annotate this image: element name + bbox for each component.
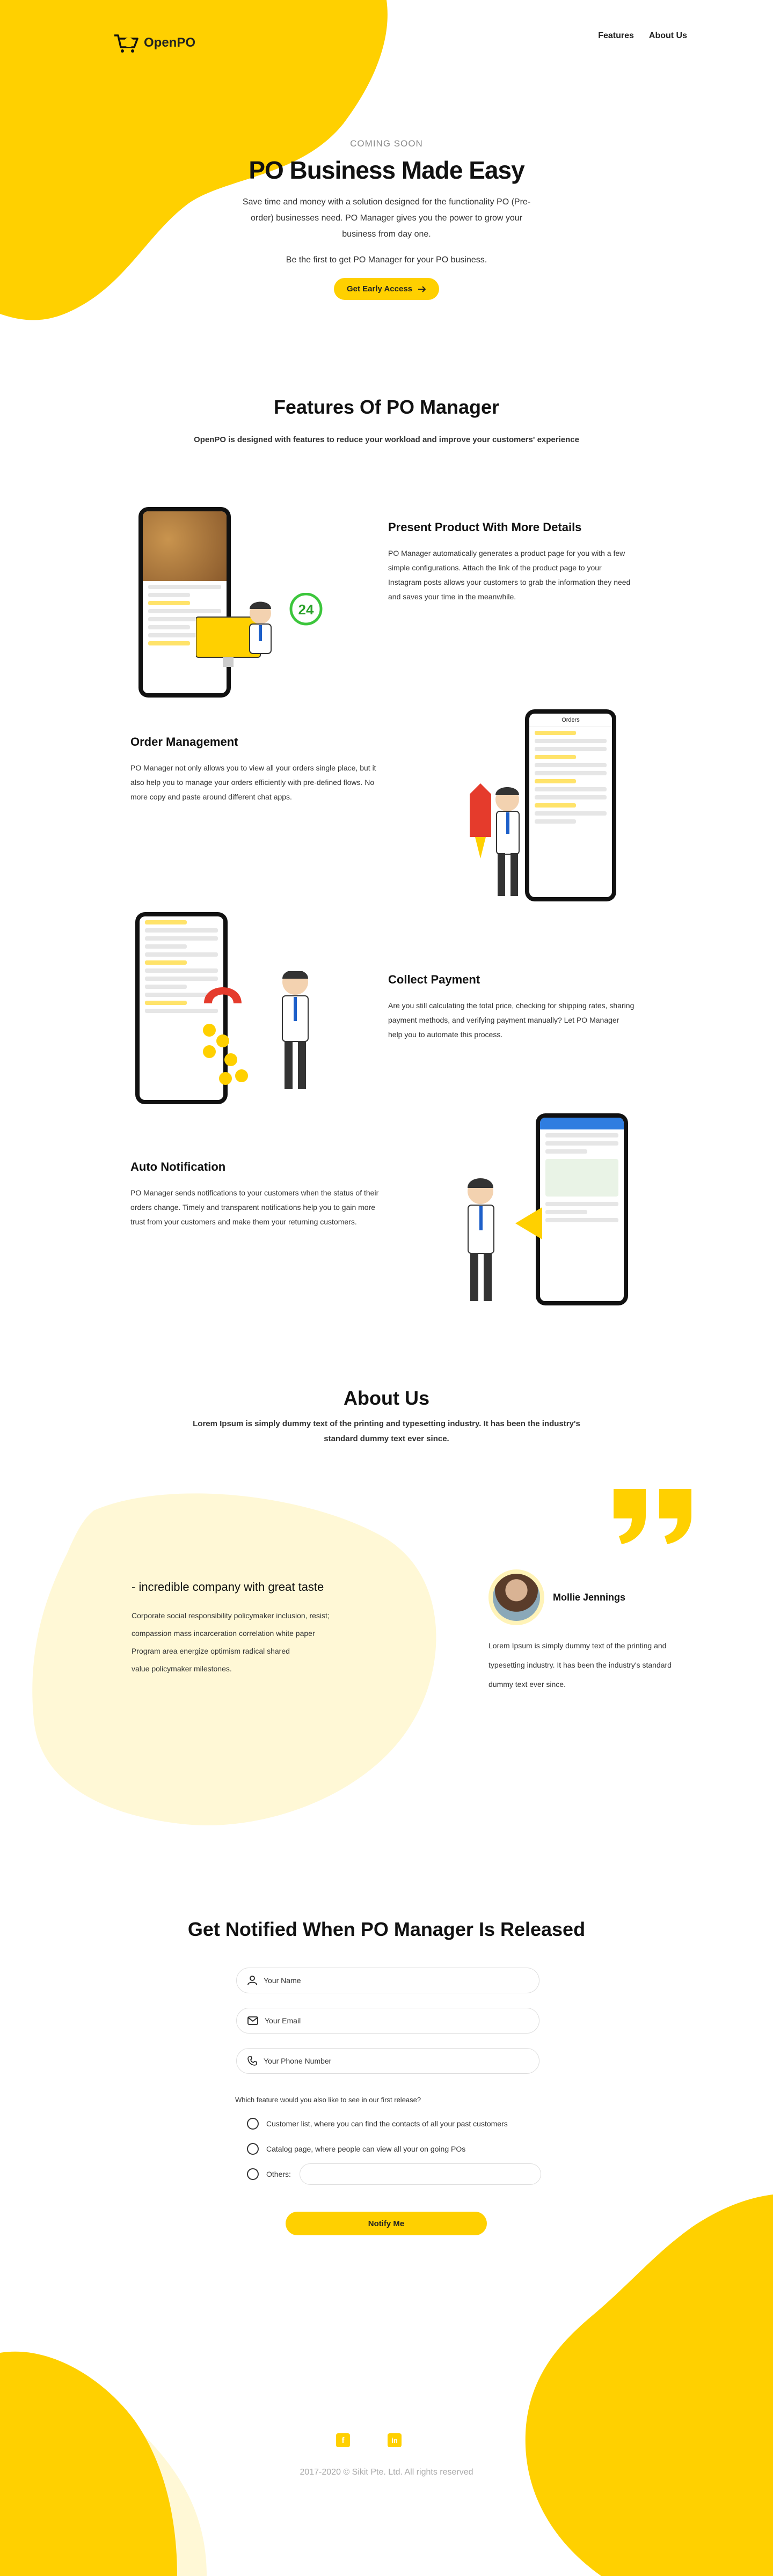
- about-title: About Us: [344, 1387, 429, 1409]
- notify-title: Get Notified When PO Manager Is Released: [187, 1918, 586, 1940]
- cart-logo-icon: [114, 34, 138, 53]
- hero-title: PO Business Made Easy: [249, 156, 524, 184]
- feature-title: Order Management: [130, 735, 238, 748]
- person-text: Lorem Ipsum is simply dummy text of the …: [488, 1641, 672, 1689]
- linkedin-icon[interactable]: in: [388, 2433, 402, 2447]
- quote-icon: [614, 1489, 691, 1544]
- logo[interactable]: OpenPO: [113, 31, 195, 55]
- page: OpenPO Features About Us COMING SOON PO …: [0, 0, 773, 2576]
- main-nav: Features About Us: [598, 31, 687, 41]
- 24-badge-text: 24: [298, 601, 314, 618]
- phone-header: Orders: [529, 714, 612, 727]
- quote-line: Program area energize optimism radical s…: [132, 1647, 290, 1655]
- phone-icon: [247, 2056, 257, 2066]
- cta-label: Get Early Access: [346, 284, 413, 293]
- email-input[interactable]: [265, 2016, 539, 2025]
- feature-text: Are you still calculating the total pric…: [388, 1001, 635, 1039]
- footer-blob-left: [0, 2351, 207, 2576]
- nav-about-us[interactable]: About Us: [649, 31, 687, 41]
- orders-phone-mockup: Orders: [525, 709, 616, 901]
- option-label: Customer list, where you can find the co…: [266, 2119, 508, 2128]
- quote-line: value policymaker milestones.: [132, 1664, 232, 1673]
- testimonial-person: Mollie Jennings Lorem Ipsum is simply du…: [488, 1569, 692, 1694]
- hero-section: COMING SOON PO Business Made Easy Save t…: [0, 138, 773, 300]
- feature-text: PO Manager automatically generates a pro…: [388, 549, 631, 601]
- radio-button[interactable]: [247, 2143, 259, 2155]
- hero-subtext: Be the first to get PO Manager for your …: [286, 255, 487, 265]
- option-customer-list[interactable]: Customer list, where you can find the co…: [247, 2118, 508, 2130]
- person-header: Mollie Jennings: [488, 1569, 692, 1625]
- name-input[interactable]: [264, 1976, 539, 1985]
- quote-line: compassion mass incarceration correlatio…: [132, 1629, 315, 1638]
- user-icon: [247, 1976, 257, 1985]
- feature-title: Collect Payment: [388, 973, 480, 986]
- phone-field[interactable]: [236, 2048, 539, 2074]
- megaphone-person-illustration: [468, 1178, 542, 1301]
- nav-features[interactable]: Features: [598, 31, 634, 41]
- hero-description: Save time and money with a solution desi…: [242, 197, 531, 239]
- feature-text: PO Manager not only allows you to view a…: [130, 764, 376, 801]
- copyright: 2017-2020 © Sikit Pte. Ltd. All rights r…: [300, 2468, 473, 2477]
- notify-me-button[interactable]: Notify Me: [286, 2212, 487, 2235]
- logo-text: OpenPO: [144, 35, 196, 50]
- option-label: Others:: [266, 2170, 291, 2178]
- quote-title: - incredible company with great taste: [132, 1580, 324, 1594]
- radio-button[interactable]: [247, 2168, 259, 2180]
- quote-line: Corporate social responsibility policyma…: [132, 1611, 330, 1620]
- feature-order-management: Order Management PO Manager not only all…: [130, 735, 385, 804]
- person-name: Mollie Jennings: [553, 1591, 626, 1603]
- support-person-illustration: 24: [196, 593, 323, 667]
- magnet-coins-illustration: [203, 971, 309, 1089]
- option-others[interactable]: Others:: [247, 2163, 541, 2185]
- footer-blob-right: [525, 2195, 773, 2576]
- features-title: Features Of PO Manager: [273, 396, 500, 418]
- feature-question: Which feature would you also like to see…: [235, 2096, 421, 2104]
- quote-body: Corporate social responsibility policyma…: [132, 1607, 330, 1678]
- avatar: [488, 1569, 544, 1625]
- feature-present-product: Present Product With More Details PO Man…: [388, 520, 635, 604]
- option-label: Catalog page, where people can view all …: [266, 2145, 466, 2153]
- rocket-person-illustration: [470, 783, 520, 896]
- name-field[interactable]: [236, 1968, 539, 1993]
- mail-icon: [247, 2016, 258, 2025]
- feature-title: Present Product With More Details: [388, 520, 582, 534]
- arrow-right-icon: [418, 285, 426, 292]
- hero-eyebrow: COMING SOON: [350, 138, 423, 149]
- radio-button[interactable]: [247, 2118, 259, 2130]
- features-subtitle: OpenPO is designed with features to redu…: [194, 435, 579, 444]
- option-catalog-page[interactable]: Catalog page, where people can view all …: [247, 2143, 465, 2155]
- feature-collect-payment: Collect Payment Are you still calculatin…: [388, 973, 635, 1042]
- facebook-icon[interactable]: f: [336, 2433, 350, 2447]
- phone-input[interactable]: [264, 2057, 539, 2065]
- testimonial-quote: - incredible company with great taste Co…: [132, 1580, 330, 1678]
- about-subtitle: Lorem Ipsum is simply dummy text of the …: [193, 1419, 580, 1443]
- email-field[interactable]: [236, 2008, 539, 2034]
- feature-text: PO Manager sends notifications to your c…: [130, 1188, 379, 1226]
- feature-title: Auto Notification: [130, 1160, 226, 1173]
- feature-auto-notification: Auto Notification PO Manager sends notif…: [130, 1160, 383, 1229]
- get-early-access-button[interactable]: Get Early Access: [333, 278, 440, 300]
- others-input[interactable]: [299, 2163, 541, 2185]
